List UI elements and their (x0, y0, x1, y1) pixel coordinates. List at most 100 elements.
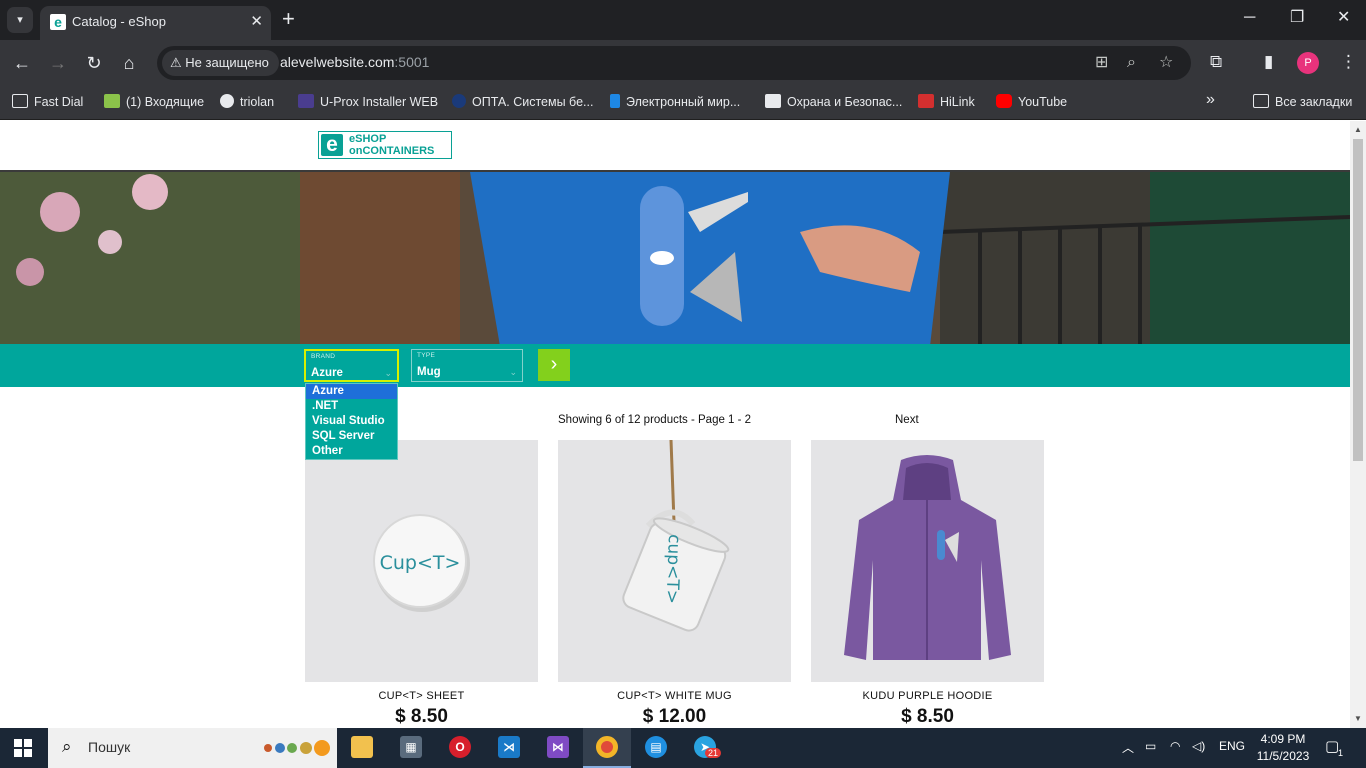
scroll-up-icon[interactable]: ▲ (1354, 125, 1362, 134)
type-select-value: Mug (417, 366, 441, 378)
bookmark-label: Все закладки (1275, 95, 1353, 109)
taskbar-search[interactable]: ⌕ Пошук (48, 728, 337, 768)
forward-icon[interactable]: → (45, 50, 71, 76)
extensions-icon[interactable]: ⧉ (1210, 52, 1222, 72)
taskbar-chrome[interactable] (583, 728, 631, 768)
product-name: CUP<T> SHEET (378, 690, 465, 702)
globe-icon (220, 94, 234, 108)
bookmark-uprox[interactable]: U-Prox Installer WEB (298, 93, 438, 111)
mail-icon (104, 94, 120, 108)
all-bookmarks[interactable]: Все закладки (1253, 93, 1352, 111)
product-card[interactable]: cup<T> CUP<T> WHITE MUG $ 12.00 (558, 440, 791, 728)
page-scrollbar[interactable]: ▲ ▼ (1350, 121, 1366, 728)
security-site-icon (765, 94, 781, 108)
scroll-down-icon[interactable]: ▼ (1354, 714, 1362, 723)
taskbar-vscode[interactable]: ⋊ (485, 728, 533, 768)
side-panel-icon[interactable]: ▮ (1264, 52, 1273, 72)
huawei-icon (918, 94, 934, 108)
product-image-text: Cup<T> (380, 552, 461, 574)
apply-filter-button[interactable]: › (538, 349, 570, 381)
bookmark-hilink[interactable]: HiLink (918, 93, 975, 111)
bookmark-triolan[interactable]: triolan (220, 93, 274, 111)
type-select[interactable]: TYPE Mug ⌄ (411, 349, 523, 382)
bookmark-label: ОПТА. Системы бе... (472, 95, 594, 109)
taskbar-opera[interactable]: O (436, 728, 484, 768)
zoom-icon[interactable]: ⌕ (1127, 53, 1136, 73)
tab-search-button[interactable]: ▾ (7, 7, 33, 33)
chevron-right-icon: › (550, 353, 558, 375)
language-indicator[interactable]: ENG (1219, 739, 1245, 753)
tray-chevron-icon[interactable]: ︿ (1122, 739, 1134, 756)
tab-close-icon[interactable]: ✕ (250, 12, 263, 30)
profile-avatar[interactable]: P (1297, 52, 1319, 74)
product-card[interactable]: KUDU PURPLE HOODIE $ 8.50 (811, 440, 1044, 728)
url-host: alevelwebsite.com (280, 54, 395, 70)
menu-icon[interactable]: ⋮ (1340, 52, 1357, 72)
product-image-text: cup<T> (662, 534, 684, 604)
catalog-filter-bar: BRAND Azure ⌄ TYPE Mug ⌄ › (0, 344, 1350, 387)
taskbar-telegram[interactable]: ➤ 21 (681, 728, 729, 768)
close-window-icon[interactable]: ✕ (1337, 8, 1350, 28)
back-icon[interactable]: ← (9, 50, 35, 76)
bookmark-youtube[interactable]: YouTube (996, 93, 1067, 111)
security-chip[interactable]: ⚠ Не защищено (162, 50, 279, 76)
scroll-thumb[interactable] (1353, 139, 1363, 461)
windows-start-icon[interactable] (14, 739, 32, 757)
brand-option-azure[interactable]: Azure (306, 384, 397, 399)
restore-icon[interactable]: ❐ (1290, 8, 1304, 28)
wifi-icon[interactable]: ◠ (1170, 739, 1180, 753)
reload-icon[interactable]: ↻ (81, 50, 107, 76)
telegram-badge: 21 (705, 748, 722, 758)
translate-icon[interactable]: ⊞ (1095, 53, 1108, 73)
url-text[interactable]: alevelwebsite.com:5001 (280, 54, 429, 70)
product-image: Cup<T> (305, 440, 538, 682)
browser-tab[interactable]: e Catalog - eShop ✕ (40, 6, 271, 40)
address-bar[interactable]: ⚠ Не защищено alevelwebsite.com:5001 ⊞ ⌕… (157, 46, 1191, 80)
browser-tab-strip: ▾ e Catalog - eShop ✕ + ─ ❐ ✕ (0, 0, 1366, 40)
chrome-icon (596, 736, 618, 758)
brand-select[interactable]: BRAND Azure ⌄ (304, 349, 399, 382)
eshop-logo[interactable]: e eSHOP onCONTAINERS (318, 131, 452, 159)
brand-option-sql-server[interactable]: SQL Server (306, 429, 397, 444)
bookmarks-bar: Fast Dial (1) Входящие triolan U-Prox In… (0, 86, 1366, 120)
opta-icon (452, 94, 466, 108)
bookmark-label: Электронный мир... (626, 95, 741, 109)
product-image: cup<T> (558, 440, 791, 682)
taskbar-file-explorer[interactable] (338, 728, 386, 768)
bookmark-fast-dial[interactable]: Fast Dial (12, 93, 83, 111)
taskbar-calculator[interactable]: ▦ (387, 728, 435, 768)
minimize-icon[interactable]: ─ (1244, 8, 1255, 28)
windows-taskbar: ⌕ Пошук ▦ O ⋊ ⋈ ▤ ➤ 21 ︿ ▭ ◠ ◁) ENG 4:09… (0, 728, 1366, 768)
taskbar-docker[interactable]: ▤ (632, 728, 680, 768)
brand-option-dotnet[interactable]: .NET (306, 399, 397, 414)
taskbar-visual-studio[interactable]: ⋈ (534, 728, 582, 768)
product-card[interactable]: Cup<T> CUP<T> SHEET $ 8.50 (305, 440, 538, 728)
bookmark-inbox[interactable]: (1) Входящие (104, 93, 204, 111)
bookmark-opta[interactable]: ОПТА. Системы бе... (452, 93, 593, 111)
calculator-icon: ▦ (400, 736, 422, 758)
hero-banner-image (0, 172, 1350, 344)
volume-icon[interactable]: ◁) (1192, 739, 1205, 753)
product-name: KUDU PURPLE HOODIE (862, 690, 993, 702)
battery-icon[interactable]: ▭ (1145, 739, 1156, 753)
bookmark-electronic-world[interactable]: Электронный мир... (610, 93, 740, 111)
bookmark-star-icon[interactable]: ☆ (1159, 53, 1173, 73)
more-bookmarks-icon[interactable]: » (1206, 91, 1215, 109)
home-icon[interactable]: ⌂ (116, 50, 142, 76)
taskbar-clock[interactable]: 4:09 PM 11/5/2023 (1254, 731, 1312, 765)
logo-line-1: eSHOP (349, 133, 387, 145)
brand-option-other[interactable]: Other (306, 444, 397, 459)
chevron-down-icon: ⌄ (509, 367, 517, 377)
vscode-icon: ⋊ (498, 736, 520, 758)
chevron-down-icon: ⌄ (384, 368, 392, 378)
brand-dropdown-list: Azure .NET Visual Studio SQL Server Othe… (305, 383, 398, 460)
bookmark-label: Fast Dial (34, 95, 84, 109)
pager-next-link[interactable]: Next (895, 414, 919, 426)
eshop-favicon-icon: e (50, 14, 66, 30)
hero-banner (0, 170, 1350, 344)
bookmark-label: (1) Входящие (126, 95, 205, 109)
bookmark-security[interactable]: Охрана и Безопас... (765, 93, 902, 111)
new-tab-icon[interactable]: + (282, 8, 295, 30)
brand-option-visual-studio[interactable]: Visual Studio (306, 414, 397, 429)
clock-date: 11/5/2023 (1256, 749, 1310, 763)
